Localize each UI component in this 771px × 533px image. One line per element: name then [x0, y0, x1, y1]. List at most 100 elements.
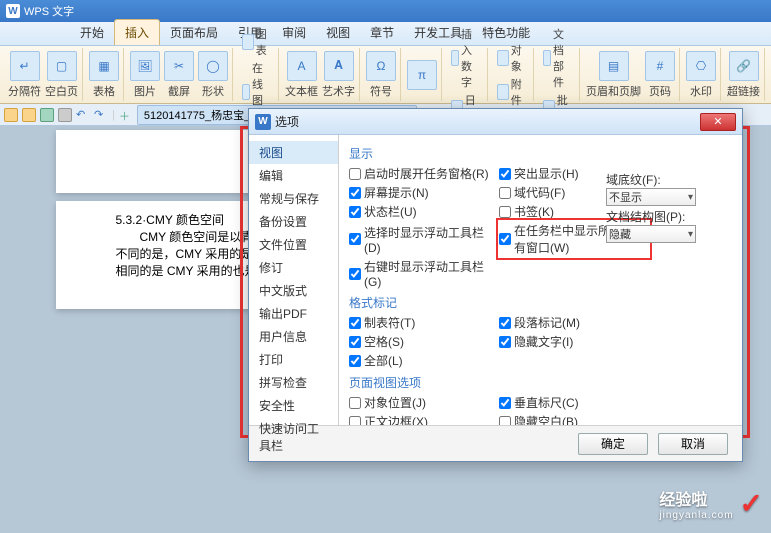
opt-label: 垂直标尺(C) [514, 394, 579, 411]
sidebar-item-pdf[interactable]: 输出PDF [249, 302, 338, 325]
dialog-icon: W [255, 114, 271, 130]
opt-label: 制表符(T) [364, 314, 415, 331]
opt-space-char[interactable]: 空格(S) [349, 332, 499, 351]
app-logo-icon: W [6, 4, 20, 18]
sidebar-item-qat[interactable]: 快速访问工具栏 [249, 417, 338, 457]
sidebar-item-print[interactable]: 打印 [249, 348, 338, 371]
sidebar-item-user[interactable]: 用户信息 [249, 325, 338, 348]
opt-label: 启动时展开任务窗格(R) [364, 165, 489, 182]
chart-label: 图表 [256, 26, 271, 58]
tab-view[interactable]: 视图 [316, 20, 360, 45]
dialog-close-button[interactable]: ✕ [700, 113, 736, 131]
chart-button[interactable]: 图表 [239, 25, 274, 59]
app-title: WPS 文字 [24, 3, 74, 19]
wordart-icon[interactable]: 𝐀 [324, 51, 354, 81]
opt-status-bar[interactable]: 状态栏(U) [349, 202, 499, 221]
insert-number-label: 插入数字 [461, 26, 480, 90]
sidebar-item-spell[interactable]: 拼写检查 [249, 371, 338, 394]
opt-label: 书签(K) [514, 203, 554, 220]
print-icon[interactable] [58, 108, 72, 122]
field-shade-label: 域底纹(F): [606, 171, 726, 188]
dialog-title: 选项 [275, 113, 299, 130]
opt-label: 对象位置(J) [364, 394, 426, 411]
dialog-sidebar: 视图 编辑 常规与保存 备份设置 文件位置 修订 中文版式 输出PDF 用户信息… [249, 135, 339, 425]
shapes-icon[interactable]: ◯ [198, 51, 228, 81]
opt-label: 右键时显示浮动工具栏(G) [364, 258, 499, 289]
blank-page-icon[interactable]: ▢ [47, 51, 77, 81]
symbol-icon[interactable]: Ω [366, 51, 396, 81]
ok-button[interactable]: 确定 [578, 433, 648, 455]
opt-obj-pos[interactable]: 对象位置(J) [349, 393, 499, 412]
opt-sel-float[interactable]: 选择时显示浮动工具栏(D) [349, 221, 499, 257]
opt-label: 全部(L) [364, 352, 403, 369]
hyperlink-icon[interactable]: 🔗 [729, 51, 759, 81]
opt-label: 突出显示(H) [514, 165, 579, 182]
opt-label: 在任务栏中显示所有窗口(W) [514, 222, 619, 256]
opt-text-border[interactable]: 正文边框(X) [349, 412, 499, 425]
opt-hidden-text[interactable]: 隐藏文字(I) [499, 332, 649, 351]
field-shade-combo[interactable]: 不显示 [606, 188, 696, 206]
header-footer-label: 页眉和页脚 [586, 83, 641, 99]
watermark-icon[interactable]: ⎔ [686, 51, 716, 81]
opt-screen-tip[interactable]: 屏幕提示(N) [349, 183, 499, 202]
new-icon[interactable] [4, 108, 18, 122]
opt-label: 域代码(F) [514, 184, 565, 201]
sidebar-item-security[interactable]: 安全性 [249, 394, 338, 417]
options-dialog: W 选项 ✕ 视图 编辑 常规与保存 备份设置 文件位置 修订 中文版式 输出P… [248, 108, 743, 462]
picture-icon[interactable]: 🖼 [130, 51, 160, 81]
sidebar-item-revisions[interactable]: 修订 [249, 256, 338, 279]
tab-sections[interactable]: 章节 [360, 20, 404, 45]
page-number-icon[interactable]: # [645, 51, 675, 81]
object-label: 对象 [511, 42, 526, 74]
watermark-label: 水印 [690, 83, 712, 99]
object-button[interactable]: 对象 [494, 41, 529, 75]
picture-label: 图片 [130, 83, 160, 99]
sidebar-item-edit[interactable]: 编辑 [249, 164, 338, 187]
sidebar-item-backup[interactable]: 备份设置 [249, 210, 338, 233]
shapes-label: 形状 [198, 83, 228, 99]
redo-icon[interactable]: ↷ [94, 108, 108, 122]
menu-tabs: 开始 插入 页面布局 引用 审阅 视图 章节 开发工具 特色功能 [0, 22, 771, 46]
sidebar-item-cjk[interactable]: 中文版式 [249, 279, 338, 302]
blank-page-label: 空白页 [45, 83, 78, 99]
sidebar-item-view[interactable]: 视图 [249, 141, 338, 164]
section-format-marks: 格式标记 [349, 294, 732, 311]
doc-struct-combo[interactable]: 隐藏 [606, 225, 696, 243]
ribbon: ↵ 分隔符 ▢ 空白页 ▦ 表格 🖼图片 ✂截屏 ◯形状 图表 在线图片 A文本… [0, 46, 771, 104]
page-break-icon[interactable]: ↵ [10, 51, 40, 81]
opt-label: 隐藏空白(B) [514, 413, 578, 425]
combo-value: 隐藏 [609, 226, 631, 242]
save-icon[interactable] [40, 108, 54, 122]
screenshot-icon[interactable]: ✂ [164, 51, 194, 81]
number-icon [451, 50, 459, 66]
doc-parts-button[interactable]: 文档部件 [540, 25, 575, 91]
sidebar-item-general[interactable]: 常规与保存 [249, 187, 338, 210]
new-tab-icon[interactable]: ＋ [119, 108, 133, 122]
cancel-button[interactable]: 取消 [658, 433, 728, 455]
undo-icon[interactable]: ↶ [76, 108, 90, 122]
tab-start[interactable]: 开始 [70, 20, 114, 45]
opt-all-marks[interactable]: 全部(L) [349, 351, 499, 370]
opt-tab-char[interactable]: 制表符(T) [349, 313, 499, 332]
equation-icon[interactable]: π [407, 60, 437, 90]
attachment-label: 附件 [511, 76, 526, 108]
table-icon[interactable]: ▦ [89, 51, 119, 81]
dialog-titlebar: W 选项 ✕ [249, 109, 742, 135]
open-icon[interactable] [22, 108, 36, 122]
opt-label: 空格(S) [364, 333, 404, 350]
opt-hide-blank[interactable]: 隐藏空白(B) [499, 412, 649, 425]
opt-rclick-float[interactable]: 右键时显示浮动工具栏(G) [349, 257, 499, 290]
tab-review[interactable]: 审阅 [272, 20, 316, 45]
opt-startup-pane[interactable]: 启动时展开任务窗格(R) [349, 164, 499, 183]
tab-insert[interactable]: 插入 [114, 19, 160, 45]
sidebar-item-file-location[interactable]: 文件位置 [249, 233, 338, 256]
opt-para-mark[interactable]: 段落标记(M) [499, 313, 649, 332]
opt-vruler[interactable]: 垂直标尺(C) [499, 393, 649, 412]
textbox-icon[interactable]: A [287, 51, 317, 81]
watermark-brand: 经验啦 [659, 492, 707, 509]
opt-label: 屏幕提示(N) [364, 184, 429, 201]
insert-number-button[interactable]: 插入数字 [448, 25, 483, 91]
header-footer-icon[interactable]: ▤ [599, 51, 629, 81]
tab-page-layout[interactable]: 页面布局 [160, 20, 228, 45]
attachment-button[interactable]: 附件 [494, 75, 529, 109]
